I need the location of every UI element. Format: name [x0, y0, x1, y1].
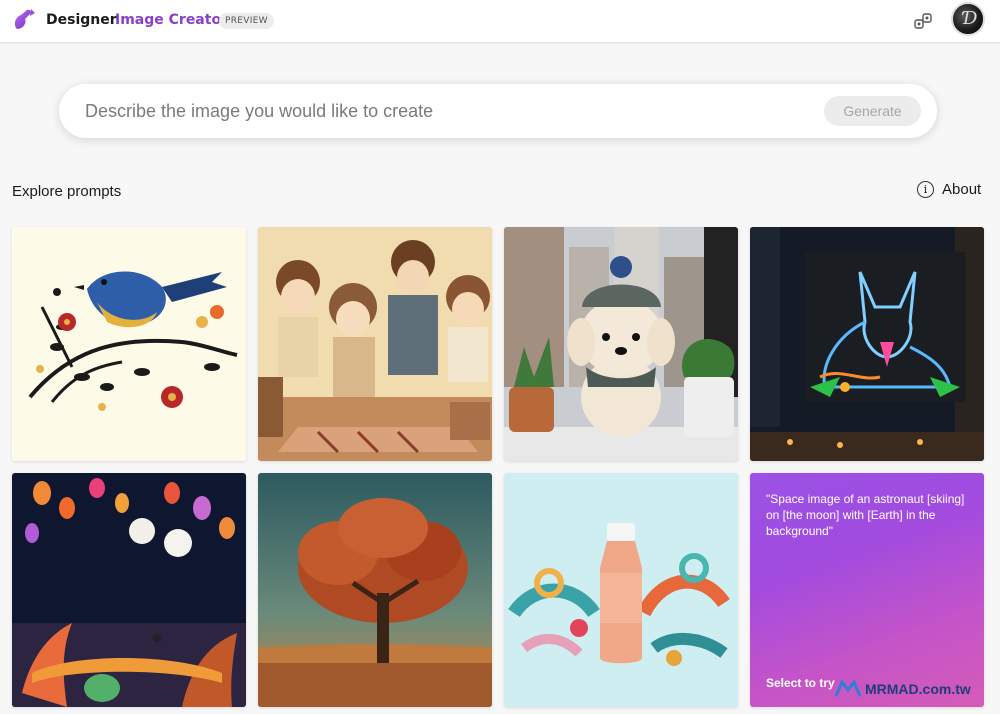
tree-image — [258, 473, 492, 707]
lanterns-image — [12, 473, 246, 707]
picnic-image — [258, 227, 492, 461]
info-icon: i — [917, 181, 934, 198]
example-tile-bird[interactable] — [12, 227, 246, 461]
watermark-text: MRMAD.com.tw — [865, 681, 971, 697]
top-bar: Designer Image Creator PREVIEW Ɗ — [0, 0, 1000, 43]
avatar-glyph: Ɗ — [963, 8, 978, 29]
dog-image — [504, 227, 738, 461]
prompt-bar: Generate — [59, 84, 937, 138]
mrmad-logo-icon — [835, 680, 861, 697]
brand-name: Designer — [46, 12, 117, 28]
about-button[interactable]: i About — [917, 181, 981, 198]
try-prompt-card[interactable]: "Space image of an astronaut [skiing] on… — [750, 473, 984, 707]
preview-badge: PREVIEW — [219, 13, 274, 29]
bird-image — [12, 227, 246, 461]
bottle-image — [504, 473, 738, 707]
prompt-input[interactable] — [85, 96, 805, 126]
example-tile-neon-dog[interactable] — [750, 227, 984, 461]
avatar[interactable]: Ɗ — [951, 2, 985, 36]
example-tile-tree[interactable] — [258, 473, 492, 707]
explore-heading: Explore prompts — [12, 183, 122, 200]
example-tile-dog[interactable] — [504, 227, 738, 461]
share-icon[interactable] — [913, 11, 933, 31]
neon-dog-image — [750, 227, 984, 461]
try-prompt-text: "Space image of an astronaut [skiing] on… — [766, 492, 965, 538]
about-label: About — [942, 181, 982, 198]
select-to-try-label[interactable]: Select to try — [766, 676, 835, 690]
designer-logo-icon[interactable] — [11, 7, 37, 33]
example-tile-bottle[interactable] — [504, 473, 738, 707]
watermark: MRMAD.com.tw — [835, 680, 971, 698]
example-tile-picnic[interactable] — [258, 227, 492, 461]
example-tile-lanterns[interactable] — [12, 473, 246, 707]
product-name[interactable]: Image Creator — [115, 12, 228, 28]
generate-button[interactable]: Generate — [824, 96, 921, 126]
